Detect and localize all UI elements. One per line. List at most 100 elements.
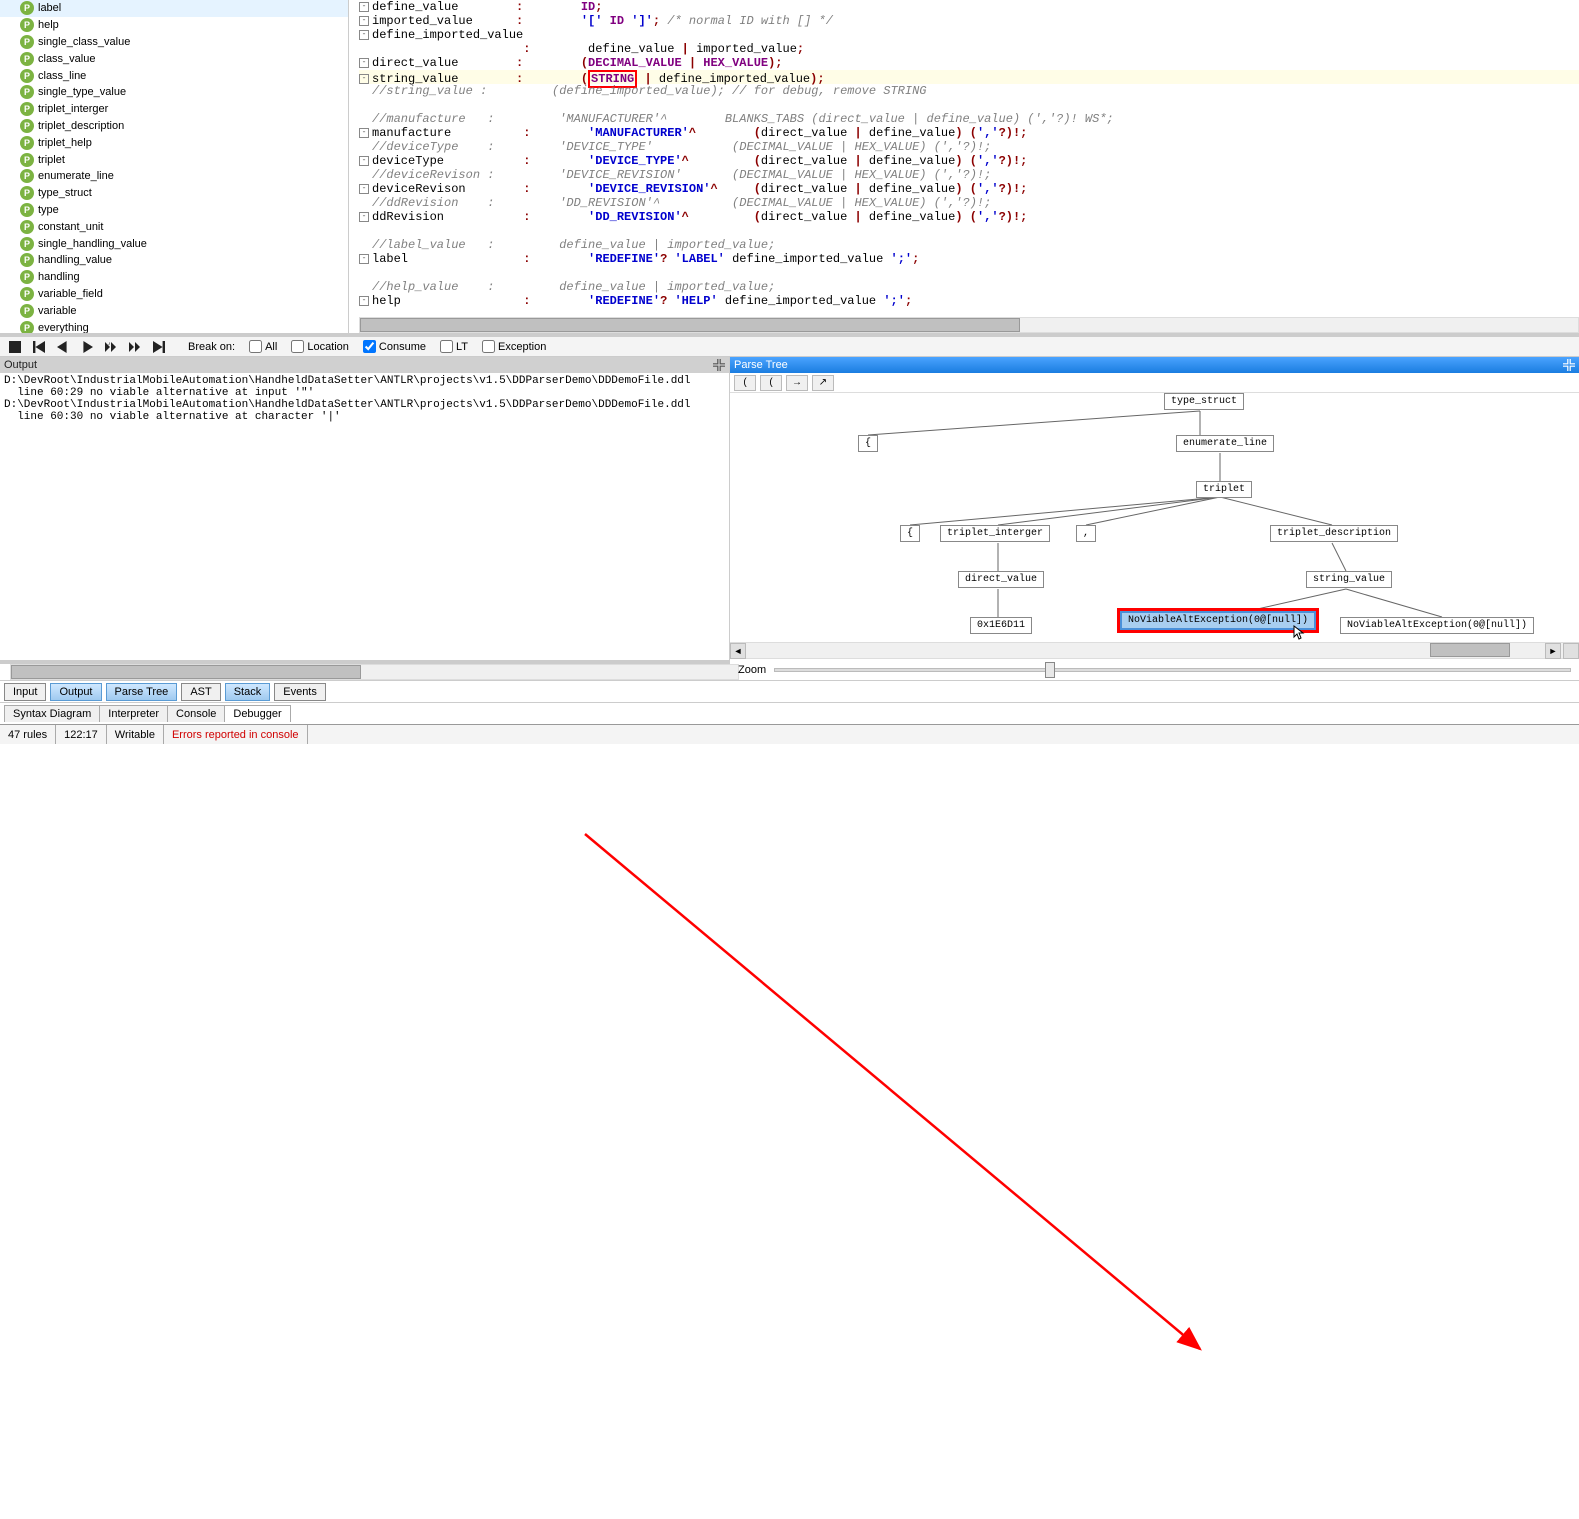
editor-line[interactable]: -define_imported_value [359, 28, 1579, 42]
pt-node-triplet-interger[interactable]: triplet_interger [940, 525, 1050, 542]
goto-start-button[interactable] [32, 340, 46, 354]
output-hscrollbar[interactable] [10, 664, 739, 680]
pt-node-lbrace[interactable]: { [858, 435, 878, 452]
step-forward-button[interactable] [80, 340, 94, 354]
tab-console[interactable]: Console [167, 705, 225, 722]
editor-line[interactable]: //deviceRevison : 'DEVICE_REVISION' (DEC… [359, 168, 1579, 182]
editor-line[interactable]: //ddRevision : 'DD_REVISION'^ (DECIMAL_V… [359, 196, 1579, 210]
pt-node-nvae-selected[interactable]: NoViableAltException(0@[null]) [1120, 611, 1316, 630]
editor-line[interactable]: //label_value : define_value | imported_… [359, 238, 1579, 252]
outline-item-type[interactable]: Ptype [0, 202, 348, 219]
tab-parse-tree[interactable]: Parse Tree [106, 683, 178, 701]
code-editor[interactable]: -define_value : ID;-imported_value : '['… [349, 0, 1579, 333]
pt-btn-2[interactable]: ( [760, 375, 782, 391]
fold-marker[interactable]: - [359, 254, 369, 264]
outline-item-label[interactable]: Plabel [0, 0, 348, 17]
pt-btn-4[interactable]: ↗ [812, 375, 834, 391]
editor-line[interactable] [359, 224, 1579, 238]
editor-line[interactable]: -imported_value : '[' ID ']'; /* normal … [359, 14, 1579, 28]
outline-item-enumerate_line[interactable]: Penumerate_line [0, 168, 348, 185]
tab-input[interactable]: Input [4, 683, 46, 701]
chk-all[interactable]: All [249, 340, 277, 353]
zoom-slider[interactable] [774, 668, 1571, 672]
fold-marker[interactable]: - [359, 58, 369, 68]
editor-line[interactable]: -manufacture : 'MANUFACTURER'^ (direct_v… [359, 126, 1579, 140]
pt-node-triplet-description[interactable]: triplet_description [1270, 525, 1398, 542]
editor-line[interactable]: -ddRevision : 'DD_REVISION'^ (direct_val… [359, 210, 1579, 224]
outline-item-single_handling_value[interactable]: Psingle_handling_value [0, 235, 348, 252]
outline-item-class_value[interactable]: Pclass_value [0, 50, 348, 67]
pt-node-comma[interactable]: , [1076, 525, 1096, 542]
pt-btn-3[interactable]: → [786, 375, 808, 391]
outline-item-class_line[interactable]: Pclass_line [0, 67, 348, 84]
pt-node-direct-value[interactable]: direct_value [958, 571, 1044, 588]
fold-marker[interactable]: - [359, 16, 369, 26]
pt-node-hex[interactable]: 0x1E6D11 [970, 617, 1032, 634]
tab-interpreter[interactable]: Interpreter [99, 705, 168, 722]
editor-line[interactable]: -help : 'REDEFINE'? 'HELP' define_import… [359, 294, 1579, 308]
tab-events[interactable]: Events [274, 683, 326, 701]
pt-node-type-struct[interactable]: type_struct [1164, 393, 1244, 410]
editor-line[interactable]: //deviceType : 'DEVICE_TYPE' (DECIMAL_VA… [359, 140, 1579, 154]
tab-stack[interactable]: Stack [225, 683, 271, 701]
fold-marker[interactable]: - [359, 156, 369, 166]
tab-output[interactable]: Output [50, 683, 101, 701]
outline-item-triplet[interactable]: Ptriplet [0, 151, 348, 168]
editor-line[interactable]: : define_value | imported_value; [359, 42, 1579, 56]
editor-line[interactable] [359, 266, 1579, 280]
editor-line[interactable]: -define_value : ID; [359, 0, 1579, 14]
outline-item-triplet_interger[interactable]: Ptriplet_interger [0, 101, 348, 118]
chk-consume[interactable]: Consume [363, 340, 426, 353]
tab-ast[interactable]: AST [181, 683, 220, 701]
fold-marker[interactable]: - [359, 30, 369, 40]
parsetree-body[interactable]: type_struct { enumerate_line triplet { t… [730, 393, 1579, 642]
pt-btn-1[interactable]: ( [734, 375, 756, 391]
parsetree-hscrollbar[interactable]: ◄ ► [730, 642, 1579, 658]
fold-marker[interactable]: - [359, 296, 369, 306]
editor-line[interactable]: -direct_value : (DECIMAL_VALUE | HEX_VAL… [359, 56, 1579, 70]
fold-marker[interactable]: - [359, 184, 369, 194]
editor-line[interactable]: -string_value : (STRING | define_importe… [359, 70, 1579, 84]
pt-node-string-value[interactable]: string_value [1306, 571, 1392, 588]
expand-icon[interactable] [713, 359, 725, 371]
editor-hscrollbar[interactable] [359, 317, 1579, 333]
outline-item-single_type_value[interactable]: Psingle_type_value [0, 84, 348, 101]
outline-item-everything[interactable]: Peverything [0, 319, 348, 333]
fold-marker[interactable]: - [359, 212, 369, 222]
outline-item-help[interactable]: Phelp [0, 17, 348, 34]
fold-marker[interactable]: - [359, 128, 369, 138]
outline-item-triplet_help[interactable]: Ptriplet_help [0, 134, 348, 151]
scroll-right-arrow[interactable]: ► [1545, 643, 1561, 659]
tab-debugger[interactable]: Debugger [224, 705, 290, 722]
fast-forward-button[interactable] [128, 340, 142, 354]
outline-item-variable_field[interactable]: Pvariable_field [0, 286, 348, 303]
stop-button[interactable] [8, 340, 22, 354]
output-body[interactable]: D:\DevRoot\IndustrialMobileAutomation\Ha… [0, 373, 729, 660]
fold-marker[interactable]: - [359, 2, 369, 12]
outline-item-handling_value[interactable]: Phandling_value [0, 252, 348, 269]
outline-item-triplet_description[interactable]: Ptriplet_description [0, 118, 348, 135]
editor-line[interactable]: //help_value : define_value | imported_v… [359, 280, 1579, 294]
outline-item-handling[interactable]: Phandling [0, 269, 348, 286]
pt-node-nvae-2[interactable]: NoViableAltException(0@[null]) [1340, 617, 1534, 634]
outline-item-constant_unit[interactable]: Pconstant_unit [0, 218, 348, 235]
goto-end-button[interactable] [152, 340, 166, 354]
step-back-button[interactable] [56, 340, 70, 354]
editor-line[interactable]: //string_value : (define_imported_value)… [359, 84, 1579, 98]
chk-exception[interactable]: Exception [482, 340, 546, 353]
pt-node-lbrace2[interactable]: { [900, 525, 920, 542]
fold-marker[interactable]: - [359, 74, 369, 84]
pt-node-enumerate-line[interactable]: enumerate_line [1176, 435, 1274, 452]
step-over-button[interactable]: ♪ [104, 340, 118, 354]
editor-line[interactable]: -label : 'REDEFINE'? 'LABEL' define_impo… [359, 252, 1579, 266]
outline-item-single_class_value[interactable]: Psingle_class_value [0, 34, 348, 51]
outline-item-variable[interactable]: Pvariable [0, 302, 348, 319]
expand-icon[interactable] [1563, 359, 1575, 371]
editor-line[interactable] [359, 98, 1579, 112]
chk-lt[interactable]: LT [440, 340, 468, 353]
editor-line[interactable]: -deviceType : 'DEVICE_TYPE'^ (direct_val… [359, 154, 1579, 168]
tab-syntax-diagram[interactable]: Syntax Diagram [4, 705, 100, 722]
chk-location[interactable]: Location [291, 340, 349, 353]
outline-item-type_struct[interactable]: Ptype_struct [0, 185, 348, 202]
pt-node-triplet[interactable]: triplet [1196, 481, 1252, 498]
